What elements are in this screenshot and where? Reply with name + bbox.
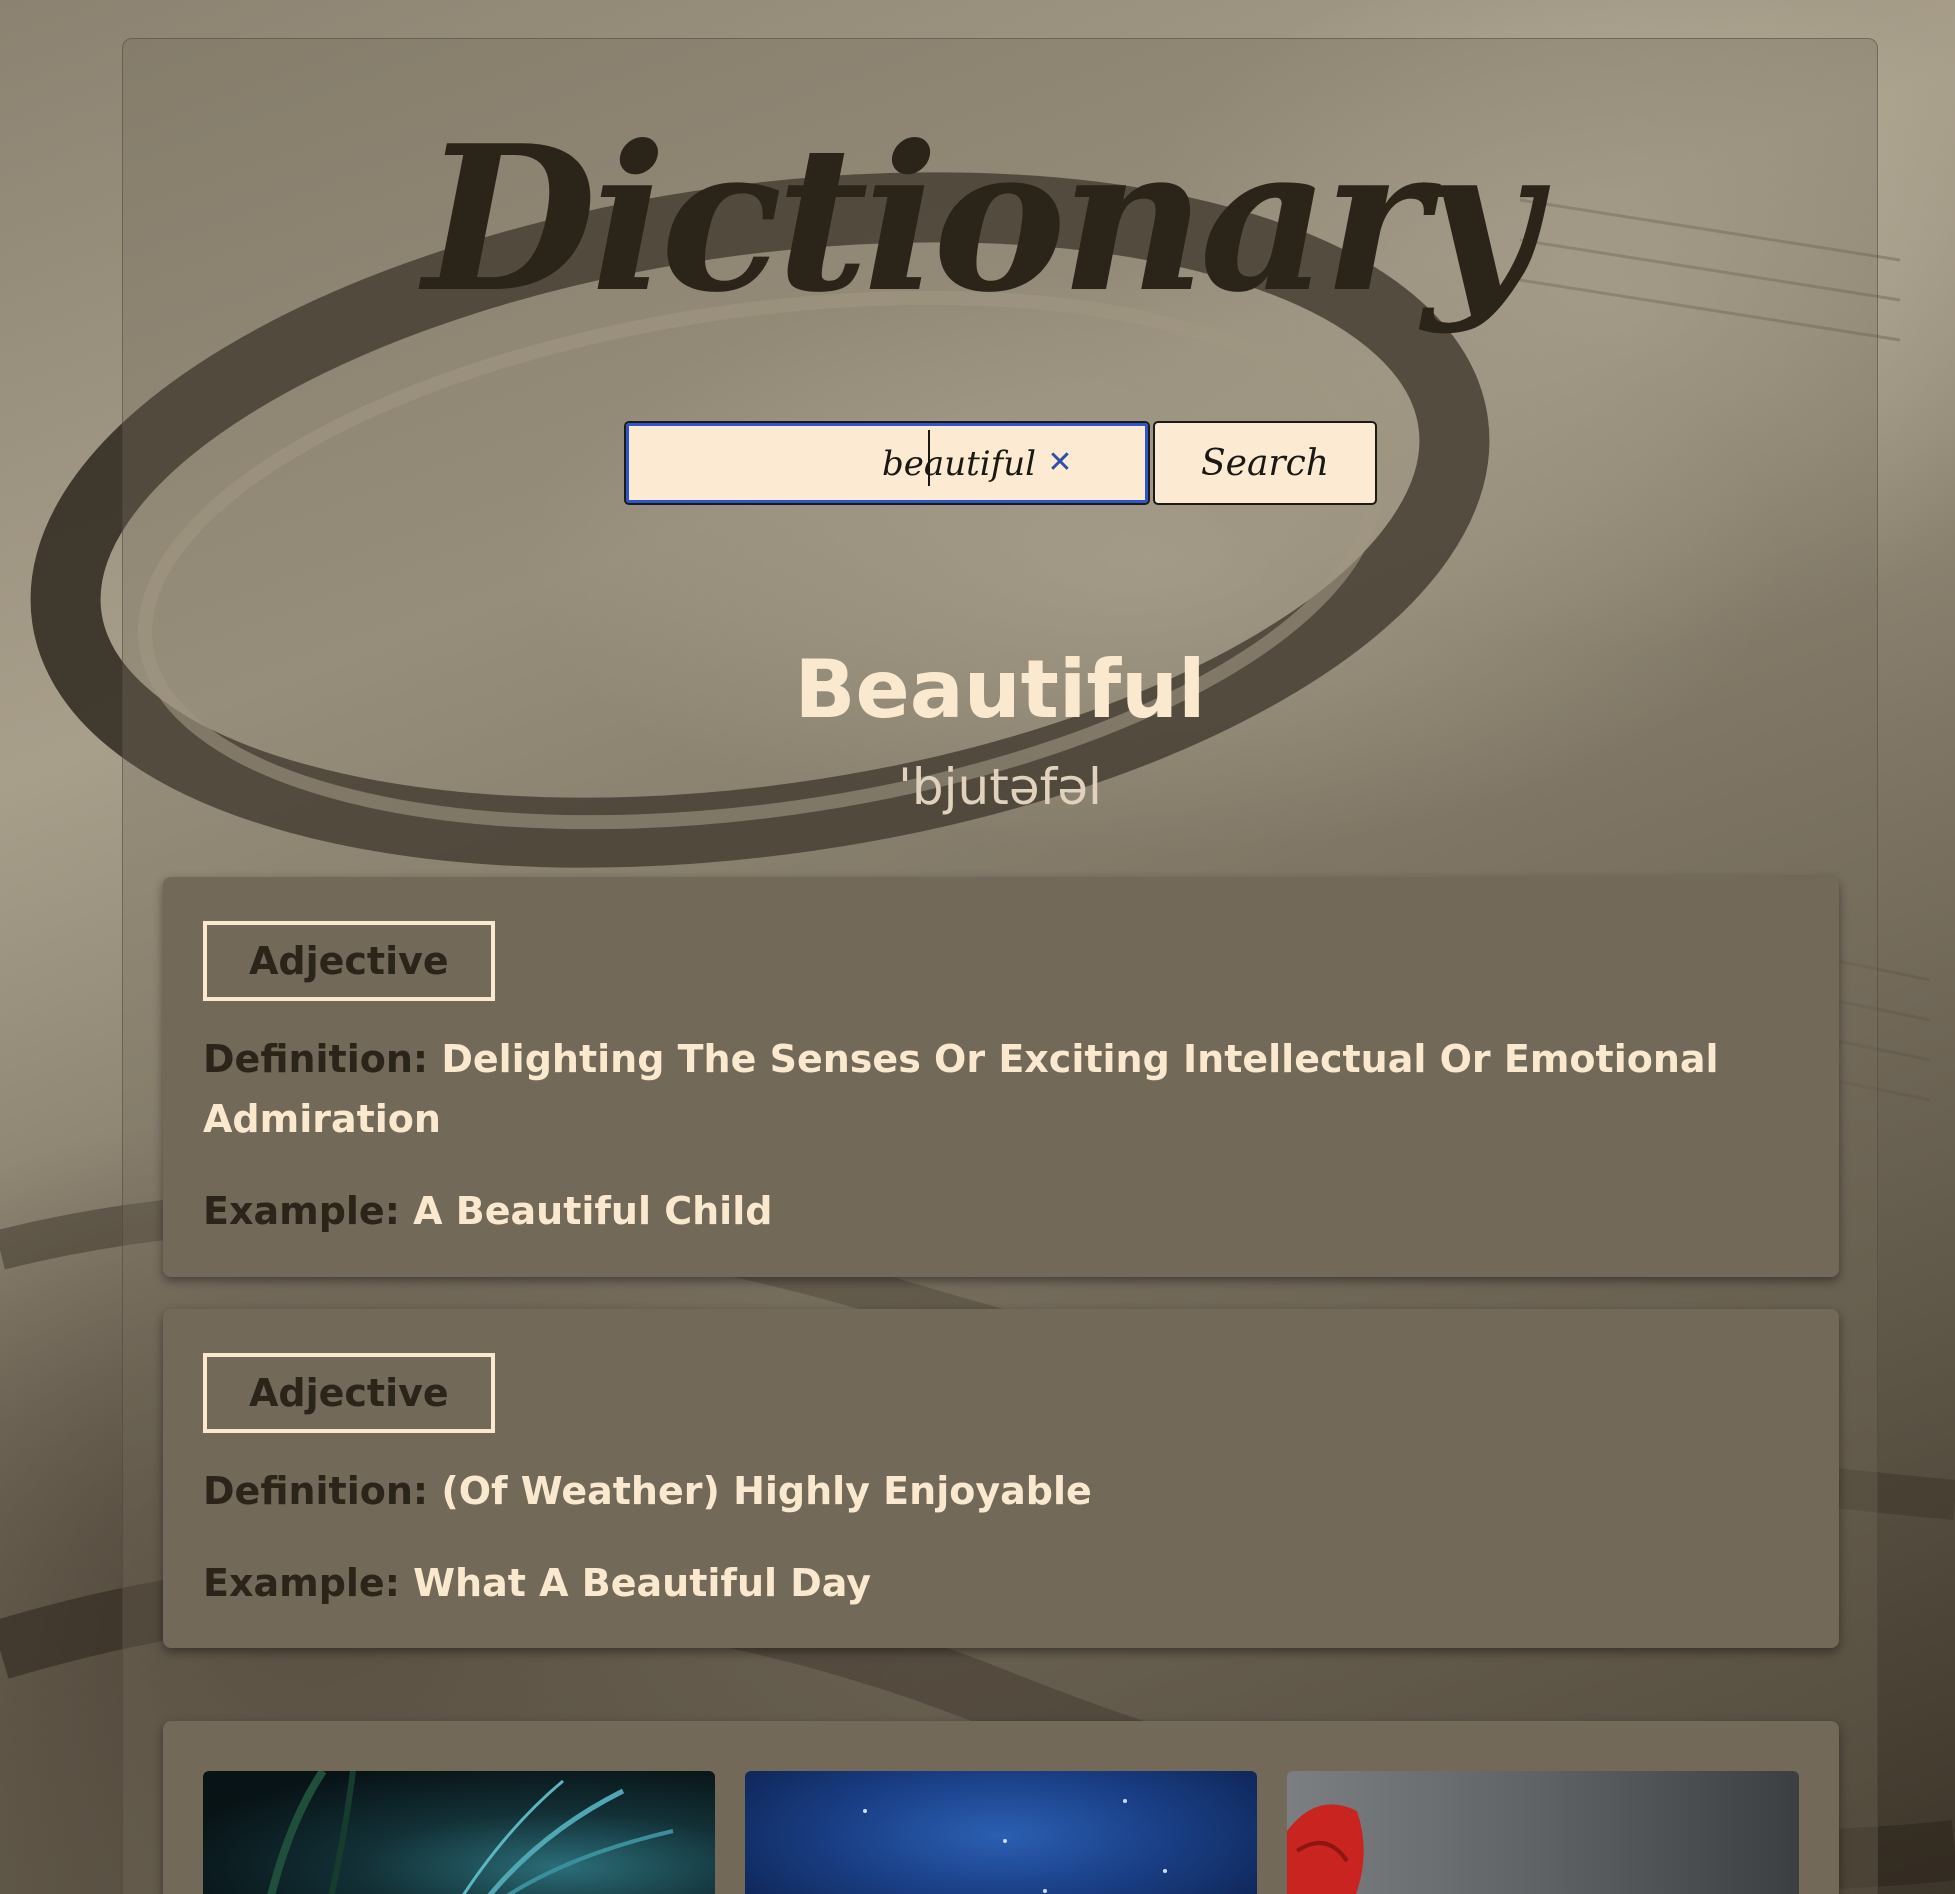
definition-label: Definition: — [203, 1469, 429, 1513]
example-label: Example: — [203, 1561, 400, 1605]
example-line: Example: A Beautiful Child — [203, 1181, 1799, 1241]
photo-thumbnail[interactable] — [203, 1771, 715, 1894]
search-button[interactable]: Search — [1153, 421, 1377, 505]
definition-text: Delighting The Senses Or Exciting Intell… — [203, 1037, 1719, 1141]
red-flower-photo — [1287, 1804, 1364, 1894]
definition-line: Definition: Delighting The Senses Or Exc… — [203, 1029, 1799, 1149]
example-text: What A Beautiful Day — [413, 1561, 872, 1605]
meaning-card: Adjective Definition: Delighting The Sen… — [163, 877, 1839, 1277]
text-cursor — [928, 430, 930, 486]
phonetic-text: 'bjutəfəl — [898, 758, 1102, 816]
example-text: A Beautiful Child — [413, 1189, 773, 1233]
search-form: ✕ Search — [624, 421, 1377, 505]
meaning-card: Adjective Definition: (Of Weather) Highl… — [163, 1309, 1839, 1648]
photos-gallery — [163, 1721, 1839, 1894]
close-icon[interactable]: ✕ — [1040, 443, 1080, 483]
photo-thumbnail[interactable] — [745, 1771, 1257, 1894]
app-logo: Dictionary — [423, 102, 1539, 337]
photo-thumbnail[interactable] — [1287, 1771, 1799, 1894]
example-label: Example: — [203, 1189, 400, 1233]
definition-line: Definition: (Of Weather) Highly Enjoyabl… — [203, 1461, 1799, 1521]
example-line: Example: What A Beautiful Day — [203, 1553, 1799, 1613]
definition-text: (Of Weather) Highly Enjoyable — [441, 1469, 1092, 1513]
search-input[interactable] — [634, 431, 1040, 497]
part-of-speech-badge: Adjective — [203, 921, 495, 1001]
starry-blue-photo — [863, 1799, 1167, 1893]
word-title: Beautiful — [794, 643, 1206, 736]
feather-photo — [267, 1771, 674, 1894]
search-field[interactable]: ✕ — [624, 421, 1150, 505]
definition-label: Definition: — [203, 1037, 429, 1081]
part-of-speech-badge: Adjective — [203, 1353, 495, 1433]
